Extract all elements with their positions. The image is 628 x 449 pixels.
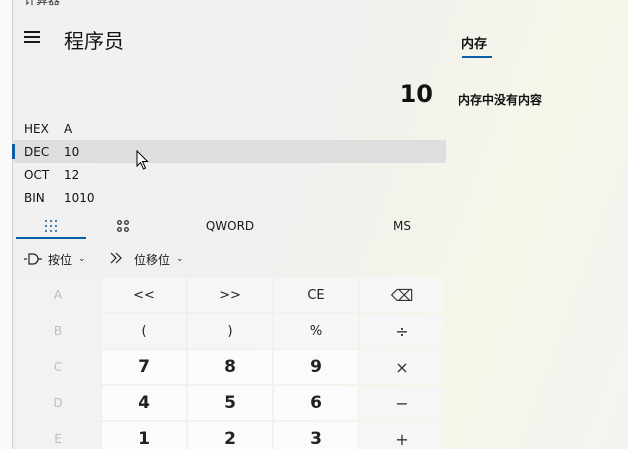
key-3[interactable]: 3 xyxy=(274,422,358,449)
keypad-grid-icon xyxy=(45,220,57,232)
key-8[interactable]: 8 xyxy=(188,350,272,384)
memory-tab-indicator xyxy=(462,56,492,58)
radix-value: 12 xyxy=(64,167,80,182)
key-hex-c[interactable]: C xyxy=(16,350,100,384)
app-title: 计算器 xyxy=(24,0,61,7)
key-5[interactable]: 5 xyxy=(188,386,272,420)
key-hex-d[interactable]: D xyxy=(16,386,100,420)
radix-value: A xyxy=(64,121,73,136)
radix-value: 1010 xyxy=(64,190,95,205)
key-6[interactable]: 6 xyxy=(274,386,358,420)
display-value: 10 xyxy=(399,80,433,108)
radix-row-oct[interactable]: OCT 12 xyxy=(12,163,446,186)
key-9[interactable]: 9 xyxy=(274,350,358,384)
key-open-paren[interactable]: ( xyxy=(102,314,186,348)
key-close-paren[interactable]: ) xyxy=(188,314,272,348)
left-window-edge xyxy=(0,0,13,449)
key-hex-e[interactable]: E xyxy=(16,422,100,449)
radix-label: BIN xyxy=(24,190,45,205)
key-2[interactable]: 2 xyxy=(188,422,272,449)
tab-memory[interactable]: 内存 xyxy=(461,33,487,52)
key-divide[interactable]: ÷ xyxy=(360,314,444,348)
logic-gate-icon xyxy=(24,253,42,265)
key-hex-b[interactable]: B xyxy=(16,314,100,348)
key-clear-entry[interactable]: CE xyxy=(274,278,358,312)
key-subtract[interactable]: − xyxy=(360,386,444,420)
key-right-shift[interactable]: >> xyxy=(188,278,272,312)
bitwise-dropdown[interactable]: 按位 ⌄ xyxy=(24,250,86,268)
bitwise-label: 按位 xyxy=(48,252,73,267)
radix-row-dec[interactable]: DEC 10 xyxy=(12,140,446,163)
radix-row-bin[interactable]: BIN 1010 xyxy=(12,186,446,209)
key-modulo[interactable]: % xyxy=(274,314,358,348)
chevron-down-icon: ⌄ xyxy=(78,254,86,264)
mode-title: 程序员 xyxy=(64,29,124,53)
radix-label: OCT xyxy=(24,167,50,182)
key-left-shift[interactable]: << xyxy=(102,278,186,312)
tab-bit-toggle-keypad[interactable] xyxy=(86,214,160,238)
radix-label: HEX xyxy=(24,121,49,136)
key-multiply[interactable]: × xyxy=(360,350,444,384)
memory-empty-message: 内存中没有内容 xyxy=(458,93,543,107)
key-4[interactable]: 4 xyxy=(102,386,186,420)
shift-dropdown[interactable]: 位移位 ⌄ xyxy=(110,250,184,268)
menu-icon[interactable] xyxy=(24,31,40,45)
mouse-pointer-icon xyxy=(136,150,149,170)
radix-value: 10 xyxy=(64,144,80,159)
word-size-button[interactable]: QWORD xyxy=(190,214,270,238)
bit-toggle-icon xyxy=(117,220,129,232)
radix-row-hex[interactable]: HEX A xyxy=(12,117,446,140)
key-hex-a[interactable]: A xyxy=(16,278,100,312)
shift-label: 位移位 xyxy=(134,252,171,267)
bit-shift-icon xyxy=(110,252,122,264)
key-add[interactable]: + xyxy=(360,422,444,449)
key-1[interactable]: 1 xyxy=(102,422,186,449)
key-7[interactable]: 7 xyxy=(102,350,186,384)
key-backspace[interactable]: ⌫ xyxy=(360,278,444,312)
memory-store-button[interactable]: MS xyxy=(360,214,444,238)
radix-label: DEC xyxy=(24,144,50,159)
tab-full-keypad[interactable] xyxy=(16,214,86,239)
chevron-down-icon: ⌄ xyxy=(176,254,184,264)
keypad: A << >> CE ⌫ B ( ) % ÷ C 7 8 9 × D 4 5 6… xyxy=(16,278,444,449)
